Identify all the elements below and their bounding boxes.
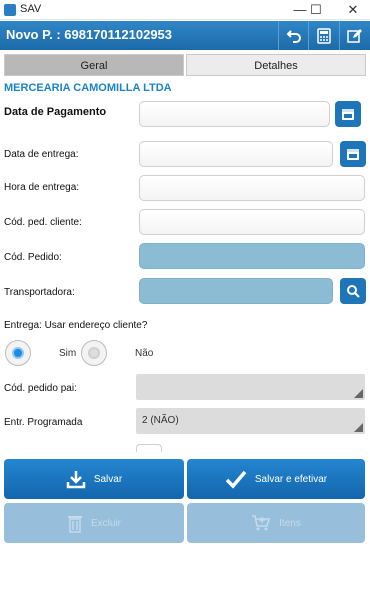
cod-pedido-pai-select[interactable] [136, 374, 365, 400]
calculator-icon [316, 27, 331, 44]
transportadora-label: Transportadora: [4, 287, 75, 298]
data-entrega-calendar-button[interactable] [340, 141, 366, 167]
data-entrega-input[interactable] [139, 141, 333, 167]
salvar-label: Salvar [93, 473, 123, 485]
entr-programada-select[interactable]: 2 (NÃO) [136, 408, 365, 434]
salvar-efetivar-label: Salvar e efetivar [254, 473, 328, 485]
salvar-button[interactable]: Salvar [4, 459, 184, 499]
radio-sim[interactable] [5, 340, 31, 366]
cod-ped-cliente-label: Cód. ped. cliente: [4, 217, 82, 228]
cod-ped-cliente-input[interactable] [139, 209, 365, 235]
entrega-question: Entrega: Usar endereço cliente? [4, 320, 148, 331]
cod-pedido-label: Cód. Pedido: [4, 252, 62, 263]
undo-button[interactable] [278, 21, 308, 50]
cod-pedido-pai-label: Cód. pedido pai: [4, 383, 77, 394]
search-icon [347, 285, 360, 298]
undo-icon [286, 29, 301, 43]
calendar-icon [342, 109, 354, 120]
data-pagamento-calendar-button[interactable] [335, 101, 361, 127]
maximize-button[interactable]: ☐ [302, 0, 330, 20]
calendar-icon [347, 149, 359, 160]
tab-detalhes[interactable]: Detalhes [186, 54, 366, 76]
partial-field [136, 444, 162, 452]
download-icon [66, 471, 86, 489]
radio-sim-label: Sim [59, 348, 77, 359]
itens-label: Itens [279, 517, 301, 529]
hora-entrega-label: Hora de entrega: [4, 182, 80, 193]
window-title: SAV [20, 3, 42, 15]
hora-entrega-input[interactable] [139, 175, 365, 201]
app-header: Novo P. : 698170112102953 [0, 21, 370, 50]
trash-icon [67, 516, 82, 533]
page-title: Novo P. : 698170112102953 [6, 27, 173, 42]
data-pagamento-label: Data de Pagamento [4, 106, 107, 118]
radio-nao-label: Não [135, 348, 154, 359]
cod-pedido-field [139, 243, 365, 269]
transportadora-search-button[interactable] [340, 278, 366, 304]
data-pagamento-input[interactable] [139, 101, 330, 127]
radio-sim-dot [12, 347, 24, 359]
transportadora-field [139, 278, 333, 304]
calculator-button[interactable] [308, 21, 338, 50]
company-name: MERCEARIA CAMOMILLA LTDA [4, 82, 172, 94]
app-icon [4, 4, 16, 16]
tab-geral[interactable]: Geral [4, 54, 184, 76]
excluir-label: Excluir [90, 517, 121, 529]
radio-nao-dot [88, 347, 100, 359]
edit-button[interactable] [339, 21, 370, 50]
check-icon [225, 470, 247, 489]
data-entrega-label: Data de entrega: [4, 149, 79, 160]
close-button[interactable]: ✕ [339, 0, 367, 20]
excluir-button[interactable]: Excluir [4, 503, 184, 543]
itens-button[interactable]: Itens [187, 503, 365, 543]
radio-nao[interactable] [81, 340, 107, 366]
cart-icon [252, 515, 271, 531]
tab-bar: Geral Detalhes [4, 54, 366, 76]
entr-programada-label: Entr. Programada [4, 417, 83, 428]
window-titlebar: SAV — ☐ ✕ [0, 0, 370, 20]
salvar-efetivar-button[interactable]: Salvar e efetivar [187, 459, 365, 499]
edit-icon [347, 28, 362, 43]
